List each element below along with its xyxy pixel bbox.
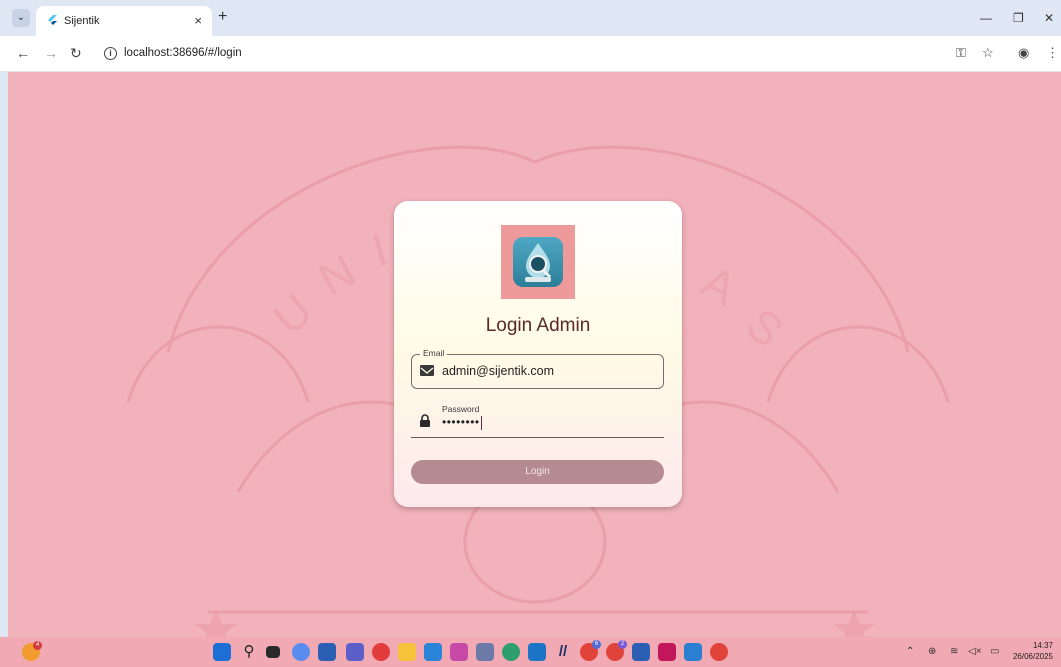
email-field[interactable]: Email admin@sijentik.com xyxy=(411,348,664,389)
password-label: Password xyxy=(442,404,480,414)
url-text: localhost:38696/#/login xyxy=(124,47,242,59)
email-label: Email xyxy=(420,348,448,358)
menu-kebab-icon[interactable]: ⋮ xyxy=(1046,45,1059,61)
page-title: Login Admin xyxy=(485,315,591,336)
teams-icon[interactable] xyxy=(346,643,364,661)
windows-taskbar: 4 ⚲ // 6 2 ⌃ ⊕ ≋ ◁× ▭ 14:37 26/06/2025 xyxy=(0,637,1061,667)
slash-app-icon[interactable]: // xyxy=(554,643,572,661)
battery-icon[interactable]: ▭ xyxy=(990,646,999,657)
app-logo xyxy=(501,225,575,299)
screen: ⌄ Sijentik × + — ❐ ✕ ← → ↻ i localhost:3… xyxy=(0,0,1061,667)
flutter-icon xyxy=(48,15,57,25)
task-view-icon[interactable] xyxy=(266,646,280,658)
svg-text:U: U xyxy=(263,283,322,344)
reload-icon[interactable]: ↻ xyxy=(70,45,82,61)
login-button[interactable]: Login xyxy=(411,460,664,484)
login-page: U N I V E R S I T A S xyxy=(8,72,1061,637)
minimize-icon[interactable]: — xyxy=(980,11,992,25)
start-icon[interactable] xyxy=(213,643,231,661)
restore-icon[interactable]: ❐ xyxy=(1013,11,1024,25)
chrome-profile-badge: 2 xyxy=(618,640,627,649)
password-field[interactable]: Password •••••••• xyxy=(411,401,664,438)
vscode-icon[interactable] xyxy=(424,643,442,661)
app-icon[interactable] xyxy=(658,643,676,661)
bookmark-star-icon[interactable]: ☆ xyxy=(982,45,994,61)
back-icon[interactable]: ← xyxy=(16,45,30,61)
notification-badge: 4 xyxy=(33,641,42,650)
outlook-icon[interactable] xyxy=(528,643,546,661)
word-icon[interactable] xyxy=(632,643,650,661)
close-window-icon[interactable]: ✕ xyxy=(1044,11,1054,25)
svg-text:N: N xyxy=(310,244,364,306)
file-explorer-icon[interactable] xyxy=(398,643,416,661)
svg-text:S: S xyxy=(737,298,794,358)
svg-text:A: A xyxy=(693,255,745,315)
clock-date[interactable]: 26/06/2025 xyxy=(1013,652,1053,661)
forward-icon[interactable]: → xyxy=(44,45,58,61)
network-icon[interactable]: ⊕ xyxy=(928,646,936,657)
lock-icon xyxy=(420,414,430,427)
app-icon[interactable] xyxy=(450,643,468,661)
close-icon[interactable]: × xyxy=(194,13,202,28)
magnifier-drop-icon xyxy=(513,237,563,287)
login-card: Login Admin Email admin@sijentik.com Pas… xyxy=(394,201,682,507)
text-caret xyxy=(480,415,482,430)
tab-title: Sijentik xyxy=(64,15,100,27)
search-icon[interactable]: ⚲ xyxy=(240,643,258,661)
chrome-badge: 6 xyxy=(592,640,601,649)
store-icon[interactable] xyxy=(318,643,336,661)
chevron-down-icon[interactable]: ⌄ xyxy=(12,9,30,27)
site-info-icon[interactable]: i xyxy=(104,47,117,60)
tab-sijentik[interactable]: Sijentik × xyxy=(36,6,212,36)
copilot-icon[interactable] xyxy=(292,643,310,661)
wifi-icon[interactable]: ≋ xyxy=(950,646,958,657)
volume-icon[interactable]: ◁× xyxy=(968,646,982,657)
clock-time[interactable]: 14:37 xyxy=(1033,641,1053,650)
chrome-icon[interactable] xyxy=(710,643,728,661)
app-icon[interactable] xyxy=(684,643,702,661)
svg-text:I: I xyxy=(366,223,393,277)
edge-icon[interactable] xyxy=(502,643,520,661)
opera-icon[interactable] xyxy=(372,643,390,661)
address-bar[interactable]: i localhost:38696/#/login xyxy=(96,41,1006,67)
mail-icon xyxy=(420,365,434,376)
email-value: admin@sijentik.com xyxy=(442,364,555,378)
profile-icon[interactable]: ◉ xyxy=(1018,45,1029,61)
password-value: •••••••• xyxy=(442,415,482,430)
chevron-up-icon[interactable]: ⌃ xyxy=(906,646,914,657)
notepad-icon[interactable] xyxy=(476,643,494,661)
tab-strip: ⌄ Sijentik × + — ❐ ✕ xyxy=(0,0,1061,36)
new-tab-icon[interactable]: + xyxy=(218,9,227,25)
password-key-icon[interactable]: ⚿ xyxy=(956,45,966,61)
browser-toolbar: ← → ↻ i localhost:38696/#/login ⚿ ☆ ◉ ⋮ xyxy=(0,36,1061,72)
